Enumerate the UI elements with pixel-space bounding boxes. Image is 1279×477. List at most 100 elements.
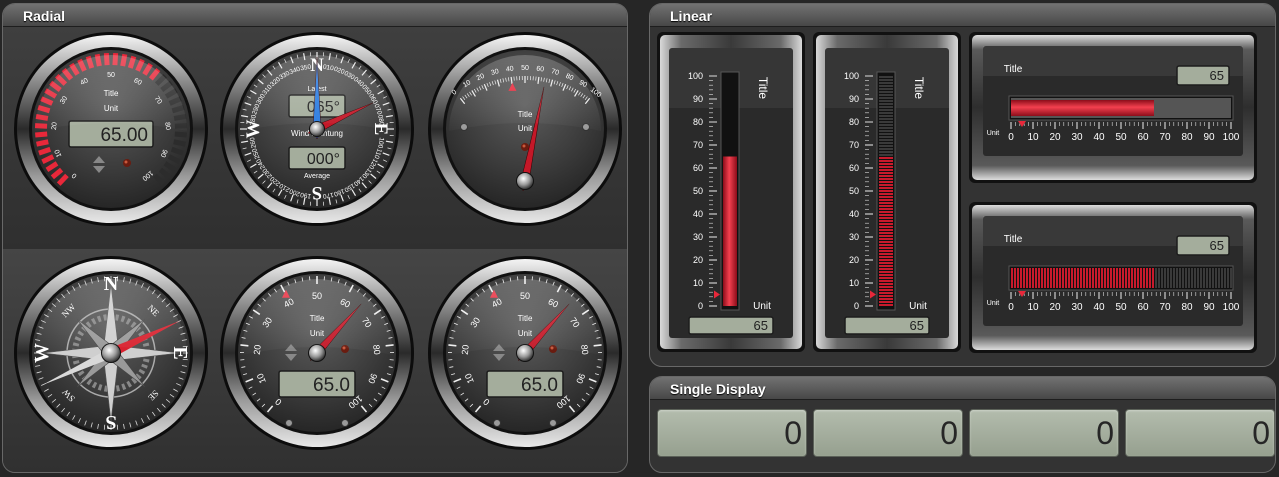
gauge-unit: Unit — [987, 130, 1000, 137]
value-bar-segment — [879, 277, 893, 279]
value-bar-segment — [879, 133, 893, 135]
max-marker — [341, 419, 349, 427]
value-bar-segment — [879, 271, 893, 273]
value-bar-segment — [1227, 268, 1229, 288]
scale-label: 10 — [1027, 302, 1039, 313]
value-bar-segment — [879, 136, 893, 138]
value-bar-segment — [879, 100, 893, 102]
gauge-title: Title — [1004, 234, 1023, 245]
scale-label: 90 — [693, 94, 703, 104]
vertical-linear-gauge-2: 0 10 20 30 40 50 60 70 80 90 100 Title Unit 65 — [813, 32, 961, 352]
scale-label: 90 — [1203, 132, 1215, 143]
value-bar-segment — [1068, 268, 1070, 288]
value-bar-segment — [1065, 268, 1067, 288]
value-bar-segment — [1134, 268, 1136, 288]
value-bar-segment — [1209, 268, 1211, 288]
value-bar-segment — [1170, 268, 1172, 288]
value-bar-segment — [879, 139, 893, 141]
needle-cap — [517, 173, 533, 189]
value-bar-segment — [879, 127, 893, 129]
scale-label: 20 — [1049, 302, 1061, 313]
value-bar-segment — [879, 124, 893, 126]
scale-label: 100 — [688, 71, 703, 81]
value-bar-segment — [879, 172, 893, 174]
value-bar-segment — [879, 190, 893, 192]
scale-label: 30 — [693, 232, 703, 242]
scale-label: 60 — [1137, 302, 1149, 313]
value-bar-segment — [879, 217, 893, 219]
scale-label: 0 — [698, 301, 703, 311]
radial-panel-title: Radial — [3, 4, 627, 27]
lcd-value: 000° — [307, 151, 340, 168]
scale-label: 80 — [1181, 132, 1193, 143]
scale-label: 70 — [1159, 132, 1171, 143]
value-bar-segment — [879, 178, 893, 180]
value-bar-segment — [879, 304, 893, 306]
value-bar-segment — [1215, 268, 1217, 288]
radial-gauge-3: 0102030405060708090100TitleUnit — [427, 31, 623, 227]
value-bar-segment — [879, 208, 893, 210]
value-bar-segment — [879, 160, 893, 162]
gauge-unit: Unit — [909, 301, 927, 312]
value-bar-segment — [1074, 268, 1076, 288]
single-display-panel: Single Display 0 0 0 0 — [649, 376, 1276, 473]
value-bar-segment — [879, 298, 893, 300]
radial-panel: Radial 0102030405060708090100TitleUnit65… — [2, 3, 628, 473]
single-display-value: 0 — [784, 415, 802, 451]
scale-label: 40 — [693, 209, 703, 219]
value-bar-segment — [879, 121, 893, 123]
value-bar-segment — [879, 250, 893, 252]
value-bar-segment — [879, 97, 893, 99]
value-bar-segment — [1179, 268, 1181, 288]
value-bar-segment — [1167, 268, 1169, 288]
needle-cap — [517, 345, 533, 361]
value-bar-segment — [1029, 268, 1031, 288]
value-bar-segment — [1095, 268, 1097, 288]
value-bar-segment — [1137, 268, 1139, 288]
value-bar-segment — [1116, 268, 1118, 288]
compass-gauge: NESWNESESWNW — [13, 255, 209, 451]
scale-label: 80 — [1181, 302, 1193, 313]
gauge-unit: Unit — [518, 124, 533, 133]
value-bar-segment — [1131, 268, 1133, 288]
value-bar-segment — [36, 139, 49, 147]
value-bar-segment — [1083, 268, 1085, 288]
value-bar-segment — [1101, 268, 1103, 288]
value-bar-segment — [1146, 268, 1148, 288]
value-bar-segment — [1152, 268, 1154, 288]
value-bar-segment — [879, 292, 893, 294]
scale-label: 80 — [849, 117, 859, 127]
single-display-title: Single Display — [650, 377, 1275, 400]
value-bar-segment — [879, 223, 893, 225]
radial-gauge-1: 0102030405060708090100TitleUnit65.00 — [13, 31, 209, 227]
value-bar-segment — [1158, 268, 1160, 288]
value-bar-segment — [879, 259, 893, 261]
value-bar-segment — [879, 238, 893, 240]
value-bar-segment — [1218, 268, 1220, 288]
value-bar-segment — [879, 283, 893, 285]
value-bar-segment — [1149, 268, 1151, 288]
scale-label: 90 — [849, 94, 859, 104]
scale-label: 60 — [693, 163, 703, 173]
needle-cap — [309, 345, 325, 361]
value-bar — [1011, 100, 1154, 116]
scale-label: 40 — [849, 209, 859, 219]
scale-label: 50 — [1115, 302, 1127, 313]
value-bar-segment — [879, 106, 893, 108]
scale-label: 100 — [1223, 302, 1240, 313]
value-bar-segment — [1140, 268, 1142, 288]
value-bar-segment — [879, 181, 893, 183]
value-bar — [723, 156, 737, 306]
value-bar-segment — [1197, 268, 1199, 288]
cardinal-label: S — [105, 411, 116, 433]
radial-gauge-5: 0102030405060708090100TitleUnit65.0 — [219, 255, 415, 451]
scale-label: 70 — [693, 140, 703, 150]
value-bar-segment — [1122, 268, 1124, 288]
value-bar-segment — [1080, 268, 1082, 288]
value-bar-segment — [879, 142, 893, 144]
value-bar-segment — [879, 79, 893, 81]
scale-label: 90 — [1203, 302, 1215, 313]
value-bar-segment — [173, 139, 186, 147]
value-bar-segment — [1182, 268, 1184, 288]
scale-label: 100 — [1223, 132, 1240, 143]
